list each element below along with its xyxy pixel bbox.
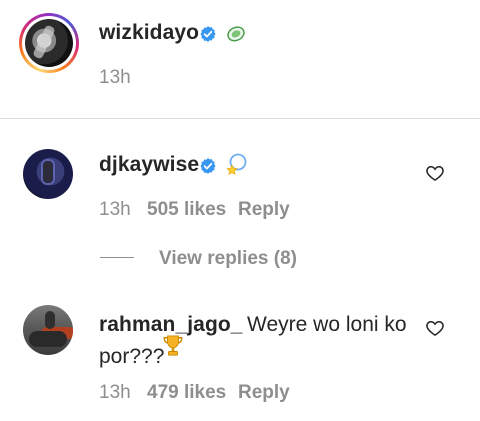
commenter-avatar[interactable] — [23, 149, 73, 199]
reply-button[interactable]: Reply — [238, 199, 290, 221]
commenter-avatar[interactable] — [23, 305, 73, 355]
replies-line — [100, 257, 134, 258]
author-avatar-inner — [22, 16, 76, 70]
comment-likes[interactable]: 479 likes — [147, 382, 226, 404]
caption-time: 13h — [99, 67, 131, 88]
comment-likes[interactable]: 505 likes — [147, 199, 226, 221]
comment-body: rahman_jago_ Weyre wo loni ko por??? — [99, 310, 409, 374]
comment-time: 13h — [99, 199, 131, 220]
author-avatar — [25, 19, 73, 67]
heart-outline-icon[interactable] — [425, 163, 445, 183]
comment-text: Weyre wo loni ko — [247, 313, 407, 336]
verified-badge-icon — [200, 26, 216, 42]
comment-username[interactable]: rahman_jago_ — [99, 313, 243, 336]
verified-badge-icon — [200, 158, 216, 174]
caption-divider — [0, 118, 480, 119]
author-username[interactable]: wizkidayo — [99, 21, 199, 45]
heart-outline-icon[interactable] — [425, 318, 445, 338]
frisbee-emoji — [227, 26, 245, 42]
comment-time: 13h — [99, 382, 131, 403]
author-avatar-ring[interactable] — [19, 13, 79, 73]
reply-button[interactable]: Reply — [238, 382, 290, 404]
trophy-emoji — [163, 335, 183, 356]
comment-text-continued: por??? — [99, 345, 165, 368]
dizzy-emoji — [226, 153, 247, 175]
view-replies-button[interactable]: View replies (8) — [159, 248, 297, 270]
comment-username[interactable]: djkaywise — [99, 153, 199, 177]
